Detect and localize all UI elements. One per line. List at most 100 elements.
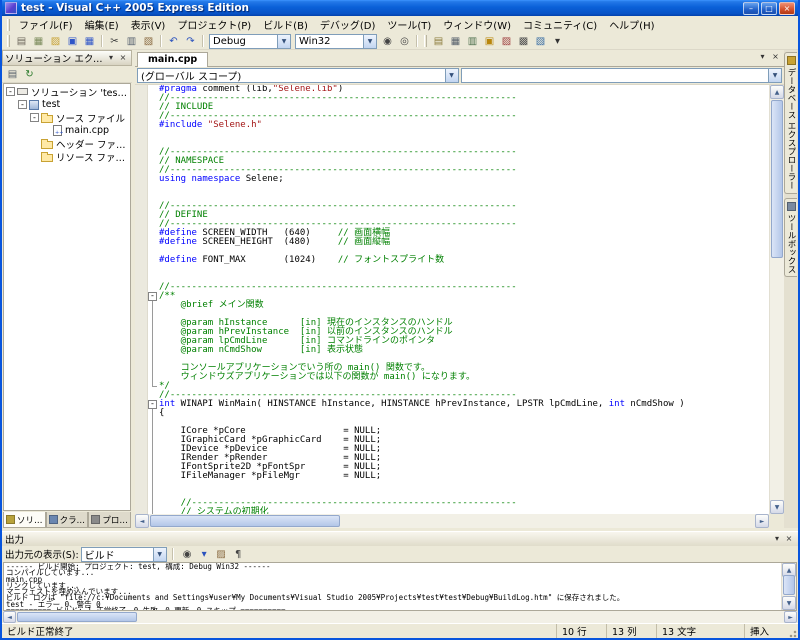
output-source-combo[interactable]: ビルド ▼	[80, 546, 167, 562]
object-browser-icon[interactable]: ▥	[464, 34, 481, 49]
scrollbar-thumb[interactable]	[150, 515, 340, 527]
word-wrap-icon[interactable]: ¶	[230, 547, 247, 562]
toolbar-options-icon[interactable]: ▾	[549, 34, 566, 49]
menu-item[interactable]: ウィンドウ(W)	[437, 16, 517, 33]
solution-icon	[17, 88, 28, 95]
chevron-down-icon[interactable]: ▼	[277, 34, 290, 48]
toolbar-grip[interactable]	[7, 35, 10, 47]
save-all-icon[interactable]: ▦	[81, 34, 98, 49]
folder-icon	[41, 112, 53, 123]
scroll-right-icon[interactable]: ►	[784, 611, 797, 623]
scroll-down-icon[interactable]: ▼	[782, 596, 796, 610]
minimize-button[interactable]: –	[743, 1, 759, 15]
solution-tree: -ソリューション 'test' (1 プロジェクト)-test-ソース ファイル…	[3, 83, 131, 511]
outline-collapse-icon[interactable]: -	[148, 400, 157, 409]
solution-explorer-title: ソリューション エクスプローラー	[5, 54, 105, 65]
toolbar-grip[interactable]	[424, 35, 427, 47]
new-project-icon[interactable]: ▤	[13, 34, 30, 49]
scroll-left-icon[interactable]: ◄	[135, 514, 149, 528]
close-document-icon[interactable]: ×	[769, 51, 782, 64]
panel-tab-solution-explorer[interactable]: ソリュー...	[3, 512, 46, 528]
chevron-down-icon[interactable]: ▼	[363, 34, 376, 48]
tree-item-label: ソリューション 'test' (1 プロジェクト)	[31, 87, 130, 99]
error-list-icon[interactable]: ▨	[498, 34, 515, 49]
types-dropdown[interactable]: (グローバル スコープ) ▼	[137, 68, 459, 83]
chevron-down-icon[interactable]: ▼	[768, 69, 781, 82]
menu-item[interactable]: ファイル(F)	[13, 16, 79, 33]
add-new-item-icon[interactable]: ▦	[30, 34, 47, 49]
editor-horizontal-scrollbar[interactable]: ◄ ►	[135, 514, 769, 528]
scrollbar-thumb[interactable]	[771, 100, 783, 258]
menu-item[interactable]: プロジェクト(P)	[171, 16, 257, 33]
solution-explorer-icon[interactable]: ▤	[430, 34, 447, 49]
output-vertical-scrollbar[interactable]: ▲ ▼	[781, 563, 796, 610]
find-message-icon[interactable]: ◉	[179, 547, 196, 562]
output-window-icon[interactable]: ▩	[515, 34, 532, 49]
types-dropdown-value: (グローバル スコープ)	[141, 72, 242, 83]
panel-tab-class-view[interactable]: クラス ビ...	[45, 512, 89, 528]
tree-item[interactable]: - test	[4, 98, 130, 111]
menu-item[interactable]: 編集(E)	[79, 16, 125, 33]
close-icon[interactable]: ×	[117, 53, 129, 64]
close-button[interactable]: ×	[779, 1, 795, 15]
properties-icon[interactable]: ▤	[4, 67, 21, 82]
editor-vertical-scrollbar[interactable]: ▲ ▼	[769, 85, 784, 514]
solution-platforms-combo[interactable]: Win32 ▼	[295, 33, 377, 49]
window-position-icon[interactable]: ▾	[771, 534, 783, 545]
find-in-files-icon[interactable]: ◎	[396, 34, 413, 49]
tab-database-explorer[interactable]: データベース エクスプローラー	[784, 52, 797, 194]
solution-configurations-combo[interactable]: Debug ▼	[209, 33, 291, 49]
save-icon[interactable]: ▣	[64, 34, 81, 49]
panel-tab-property-manager[interactable]: プロパティ	[88, 512, 132, 528]
scroll-right-icon[interactable]: ►	[755, 514, 769, 528]
menu-item[interactable]: 表示(V)	[125, 16, 172, 33]
window-position-icon[interactable]: ▾	[105, 53, 117, 64]
scroll-left-icon[interactable]: ◄	[3, 611, 16, 623]
clear-all-icon[interactable]: ▨	[213, 547, 230, 562]
tree-expander-icon[interactable]: -	[30, 113, 39, 122]
find-icon[interactable]: ◉	[379, 34, 396, 49]
tree-item[interactable]: ヘッダー ファイル	[4, 137, 130, 151]
chevron-down-icon[interactable]: ▼	[152, 547, 166, 561]
resize-grip[interactable]	[784, 624, 798, 638]
code-editor[interactable]: #pragma comment (lib,"Selene.lib")//----…	[135, 85, 769, 514]
scrollbar-thumb[interactable]	[17, 612, 137, 622]
scrollbar-thumb[interactable]	[783, 575, 795, 595]
output-text[interactable]: ------ ビルド開始: プロジェクト: test, 構成: Debug Wi…	[4, 563, 781, 610]
refresh-icon[interactable]: ↻	[21, 67, 38, 82]
members-dropdown[interactable]: ▼	[460, 68, 782, 83]
scroll-up-icon[interactable]: ▲	[770, 85, 784, 99]
tree-item[interactable]: リソース ファイル	[4, 150, 130, 164]
active-files-dropdown-icon[interactable]: ▾	[756, 51, 769, 64]
go-to-message-icon[interactable]: ▾	[196, 547, 213, 562]
chevron-down-icon[interactable]: ▼	[444, 69, 458, 82]
toolbox-icon[interactable]: ▣	[481, 34, 498, 49]
menu-item[interactable]: ビルド(B)	[257, 16, 314, 33]
properties-window-icon[interactable]: ▦	[447, 34, 464, 49]
tree-item[interactable]: - ソース ファイル	[4, 111, 130, 125]
document-tab-main-cpp[interactable]: main.cpp	[137, 52, 209, 67]
menubar-grip[interactable]	[7, 18, 10, 31]
tree-expander-icon[interactable]: -	[18, 100, 27, 109]
cut-icon[interactable]: ✂	[106, 34, 123, 49]
undo-icon[interactable]: ↶	[165, 34, 182, 49]
maximize-button[interactable]: □	[761, 1, 777, 15]
tree-item[interactable]: - ソリューション 'test' (1 プロジェクト)	[4, 85, 130, 99]
paste-icon[interactable]: ▧	[140, 34, 157, 49]
redo-icon[interactable]: ↷	[182, 34, 199, 49]
menu-item[interactable]: コミュニティ(C)	[517, 16, 603, 33]
tree-expander-icon[interactable]: -	[6, 87, 15, 96]
menu-item[interactable]: ツール(T)	[381, 16, 437, 33]
tab-toolbox[interactable]: ツールボックス	[784, 197, 797, 278]
status-insert-mode: 挿入	[744, 624, 784, 638]
scroll-down-icon[interactable]: ▼	[770, 500, 784, 514]
output-horizontal-scrollbar[interactable]: ◄ ►	[3, 611, 797, 623]
menu-item[interactable]: ヘルプ(H)	[603, 16, 660, 33]
open-file-icon[interactable]: ▨	[47, 34, 64, 49]
start-page-icon[interactable]: ▧	[532, 34, 549, 49]
close-icon[interactable]: ×	[783, 534, 795, 545]
menu-item[interactable]: デバッグ(D)	[314, 16, 382, 33]
outline-collapse-icon[interactable]: -	[148, 292, 157, 301]
copy-icon[interactable]: ▥	[123, 34, 140, 49]
tree-item[interactable]: main.cpp	[4, 124, 130, 137]
